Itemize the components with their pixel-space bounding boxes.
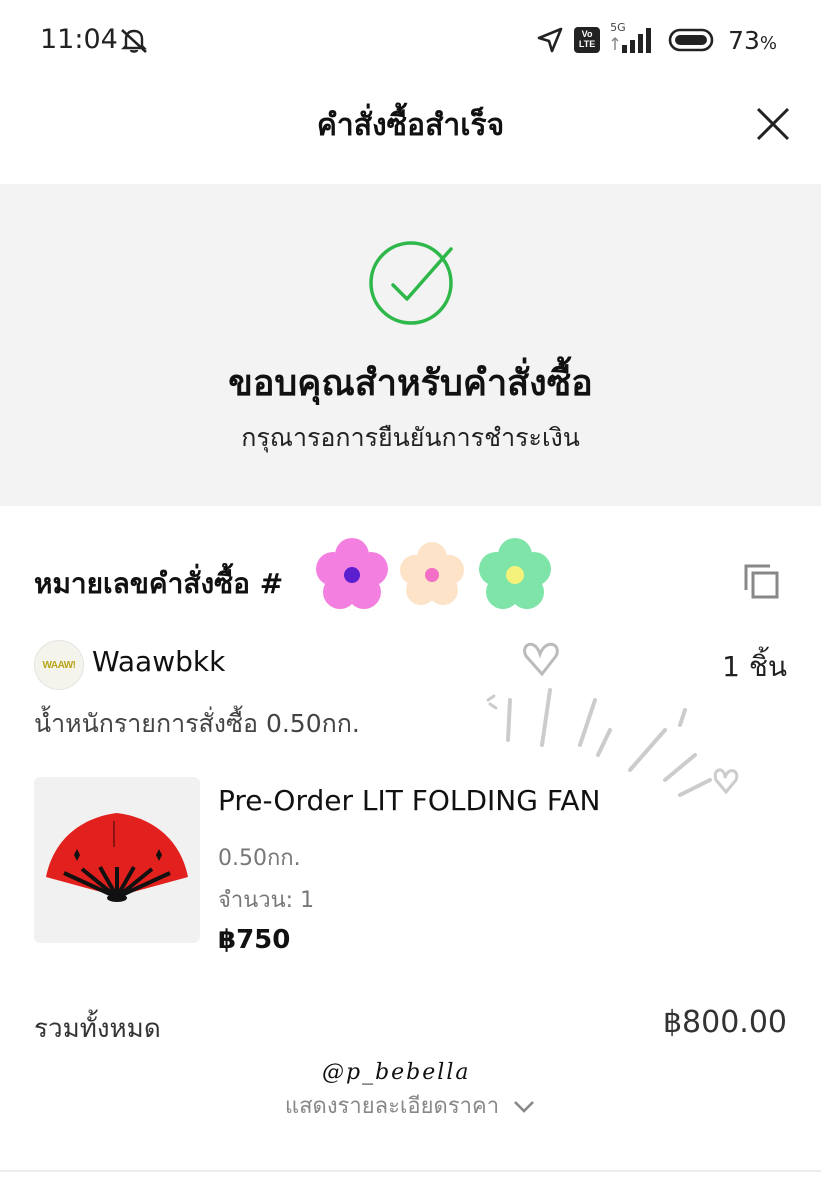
order-number-label: หมายเลขคำสั่งซื้อ # (34, 567, 284, 600)
battery-percent: 73% (728, 25, 777, 55)
bell-mute-icon (118, 26, 150, 58)
product-name[interactable]: Pre-Order LIT FOLDING FAN (218, 784, 600, 817)
product-weight: 0.50กก. (218, 846, 301, 871)
show-price-details-link[interactable]: แสดงรายละเอียดราคา (0, 1088, 821, 1123)
peach-flower-icon (400, 542, 464, 605)
divider (0, 1170, 821, 1172)
success-banner: ขอบคุณสำหรับคำสั่งซื้อ กรุณารอการยืนยันก… (0, 184, 821, 506)
chevron-down-icon (514, 1101, 534, 1113)
volte-badge: Vo LTE (574, 27, 601, 53)
watermark: @p_bebella (322, 1060, 471, 1085)
product-image[interactable] (34, 777, 200, 943)
total-label: รวมทั้งหมด (34, 1014, 161, 1044)
status-bar: 11:04 Vo LTE 5G 73% (0, 0, 821, 80)
check-circle-icon (369, 241, 453, 325)
folding-fan-image (46, 813, 188, 902)
close-icon (756, 107, 790, 141)
shop-name[interactable]: Waawbkk (92, 645, 225, 678)
order-weight: น้ำหนักรายการสั่งซื้อ 0.50กก. (34, 709, 360, 738)
signal-icon: 5G (610, 21, 658, 55)
page-header: คำสั่งซื้อสำเร็จ (0, 80, 821, 184)
location-arrow-icon (537, 27, 563, 53)
flower-stickers (316, 538, 551, 609)
details-link-label: แสดงรายละเอียดราคา (284, 1094, 500, 1119)
product-quantity: จำนวน: 1 (218, 888, 315, 913)
pink-flower-icon (316, 538, 388, 609)
payment-pending-text: กรุณารอการยืนยันการชำระเงิน (241, 423, 580, 452)
total-value: ฿800.00 (662, 1005, 787, 1040)
copy-icon (744, 564, 779, 599)
page-title: คำสั่งซื้อสำเร็จ (316, 108, 505, 143)
close-button[interactable] (753, 104, 793, 144)
product-price: ฿750 (218, 925, 291, 955)
status-time: 11:04 (40, 24, 118, 55)
copy-order-number-button[interactable] (742, 562, 782, 606)
status-indicators: Vo LTE 5G 73% (536, 21, 777, 58)
green-flower-icon (479, 538, 551, 609)
thank-you-heading: ขอบคุณสำหรับคำสั่งซื้อ (228, 363, 593, 404)
network-type: 5G (610, 21, 626, 34)
battery-icon (668, 28, 714, 52)
shop-logo[interactable]: WAAW! (34, 640, 84, 690)
